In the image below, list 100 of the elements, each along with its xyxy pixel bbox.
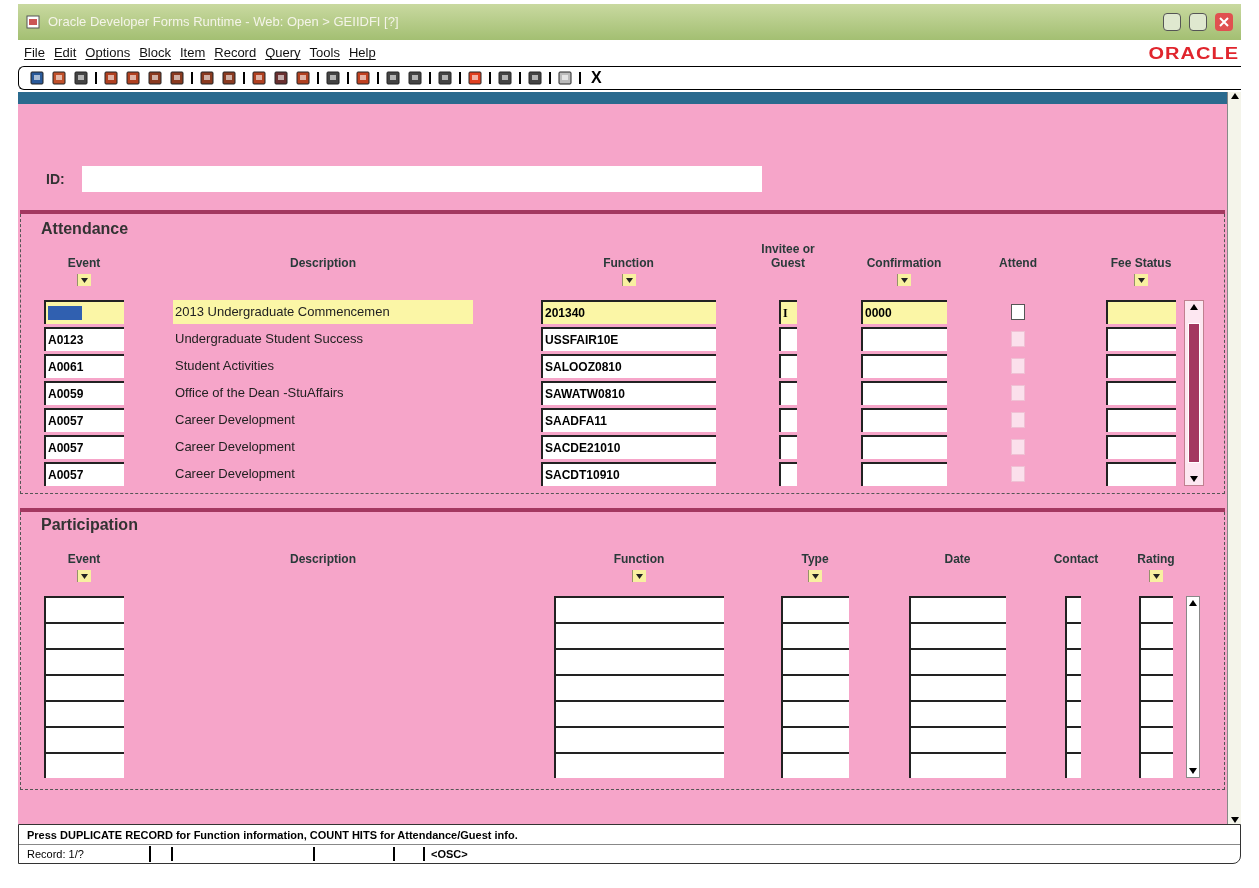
scrollbar-thumb[interactable] xyxy=(1188,323,1200,463)
scroll-up-icon[interactable] xyxy=(1229,92,1240,100)
fee-status-field[interactable] xyxy=(1106,354,1176,378)
contact-field[interactable] xyxy=(1065,674,1081,700)
function-field[interactable] xyxy=(554,752,724,778)
event-field[interactable]: A0059 xyxy=(44,381,124,405)
date-field[interactable] xyxy=(909,596,1006,622)
list-indicator-icon[interactable] xyxy=(632,570,646,582)
rating-field[interactable] xyxy=(1139,674,1173,700)
invitee-field[interactable] xyxy=(779,462,797,486)
list-indicator-icon[interactable] xyxy=(1134,274,1148,286)
fee-status-field[interactable] xyxy=(1106,435,1176,459)
function-field[interactable]: SALOOZ0810 xyxy=(541,354,716,378)
type-field[interactable] xyxy=(781,596,849,622)
function-field[interactable]: SACDT10910 xyxy=(541,462,716,486)
scrollbar[interactable] xyxy=(1184,300,1204,486)
contact-field[interactable] xyxy=(1065,752,1081,778)
maximize-button[interactable] xyxy=(1189,13,1207,31)
event-field[interactable] xyxy=(44,674,124,700)
event-field[interactable] xyxy=(44,752,124,778)
invitee-field[interactable] xyxy=(779,435,797,459)
function-field[interactable] xyxy=(554,674,724,700)
fee-status-field[interactable] xyxy=(1106,462,1176,486)
function-field[interactable] xyxy=(554,700,724,726)
menu-item[interactable]: Options xyxy=(85,43,131,63)
contact-field[interactable] xyxy=(1065,622,1081,648)
fee-status-field[interactable] xyxy=(1106,300,1176,324)
function-field[interactable]: USSFAIR10E xyxy=(541,327,716,351)
event-field[interactable] xyxy=(44,700,124,726)
event-field[interactable] xyxy=(44,648,124,674)
scroll-down-icon[interactable] xyxy=(1189,475,1199,483)
menu-item[interactable]: File xyxy=(24,43,45,63)
invitee-field[interactable] xyxy=(779,408,797,432)
attend-checkbox[interactable] xyxy=(1011,304,1025,320)
event-field[interactable] xyxy=(44,622,124,648)
contact-field[interactable] xyxy=(1065,596,1081,622)
event-field[interactable] xyxy=(44,596,124,622)
confirmation-field[interactable] xyxy=(861,381,947,405)
confirmation-field[interactable] xyxy=(861,462,947,486)
rating-field[interactable] xyxy=(1139,622,1173,648)
date-field[interactable] xyxy=(909,752,1006,778)
menu-item[interactable]: Tools xyxy=(309,43,340,63)
menu-item[interactable]: Edit xyxy=(53,43,77,63)
confirmation-field[interactable] xyxy=(861,435,947,459)
type-field[interactable] xyxy=(781,726,849,752)
scroll-up-icon[interactable] xyxy=(1188,599,1198,607)
event-field[interactable] xyxy=(44,726,124,752)
list-indicator-icon[interactable] xyxy=(621,274,636,286)
invitee-field[interactable] xyxy=(779,381,797,405)
fee-status-field[interactable] xyxy=(1106,381,1176,405)
exit-button[interactable]: X xyxy=(591,66,602,90)
event-field[interactable]: A0061 xyxy=(44,354,124,378)
date-field[interactable] xyxy=(909,622,1006,648)
menu-item[interactable]: Item xyxy=(179,43,206,63)
rating-field[interactable] xyxy=(1139,726,1173,752)
menu-item[interactable]: Record xyxy=(214,43,257,63)
event-field[interactable]: A0057 xyxy=(44,435,124,459)
invitee-field[interactable] xyxy=(779,327,797,351)
contact-field[interactable] xyxy=(1065,700,1081,726)
rating-field[interactable] xyxy=(1139,752,1173,778)
fee-status-field[interactable] xyxy=(1106,327,1176,351)
function-field[interactable] xyxy=(554,648,724,674)
list-indicator-icon[interactable] xyxy=(808,570,822,582)
date-field[interactable] xyxy=(909,674,1006,700)
function-field[interactable]: SAADFA11 xyxy=(541,408,716,432)
menu-item[interactable]: Query xyxy=(265,43,301,63)
contact-field[interactable] xyxy=(1065,726,1081,752)
type-field[interactable] xyxy=(781,648,849,674)
id-field[interactable] xyxy=(82,166,762,192)
menu-item[interactable]: Help xyxy=(348,43,376,63)
confirmation-field[interactable] xyxy=(861,354,947,378)
rating-field[interactable] xyxy=(1139,700,1173,726)
date-field[interactable] xyxy=(909,648,1006,674)
function-field[interactable]: SAWATW0810 xyxy=(541,381,716,405)
type-field[interactable] xyxy=(781,752,849,778)
scrollbar[interactable] xyxy=(1186,596,1200,778)
event-field[interactable]: A0057 xyxy=(44,408,124,432)
minimize-button[interactable] xyxy=(1163,13,1181,31)
list-indicator-icon[interactable] xyxy=(1149,570,1163,582)
fee-status-field[interactable] xyxy=(1106,408,1176,432)
scroll-down-icon[interactable] xyxy=(1188,767,1198,775)
date-field[interactable] xyxy=(909,726,1006,752)
contact-field[interactable] xyxy=(1065,648,1081,674)
function-field[interactable]: SACDE21010 xyxy=(541,435,716,459)
invitee-field[interactable] xyxy=(779,354,797,378)
rating-field[interactable] xyxy=(1139,596,1173,622)
confirmation-field[interactable] xyxy=(861,327,947,351)
rating-field[interactable] xyxy=(1139,648,1173,674)
list-indicator-icon[interactable] xyxy=(77,274,91,286)
menu-item[interactable]: Block xyxy=(139,43,171,63)
function-field[interactable]: 201340 xyxy=(541,300,716,324)
event-field[interactable]: A0057 xyxy=(44,462,124,486)
invitee-field[interactable]: I xyxy=(779,300,797,324)
event-field[interactable]: A0123 xyxy=(44,327,124,351)
scroll-up-icon[interactable] xyxy=(1189,303,1199,311)
type-field[interactable] xyxy=(781,674,849,700)
list-indicator-icon[interactable] xyxy=(77,570,91,582)
function-field[interactable] xyxy=(554,596,724,622)
type-field[interactable] xyxy=(781,700,849,726)
type-field[interactable] xyxy=(781,622,849,648)
